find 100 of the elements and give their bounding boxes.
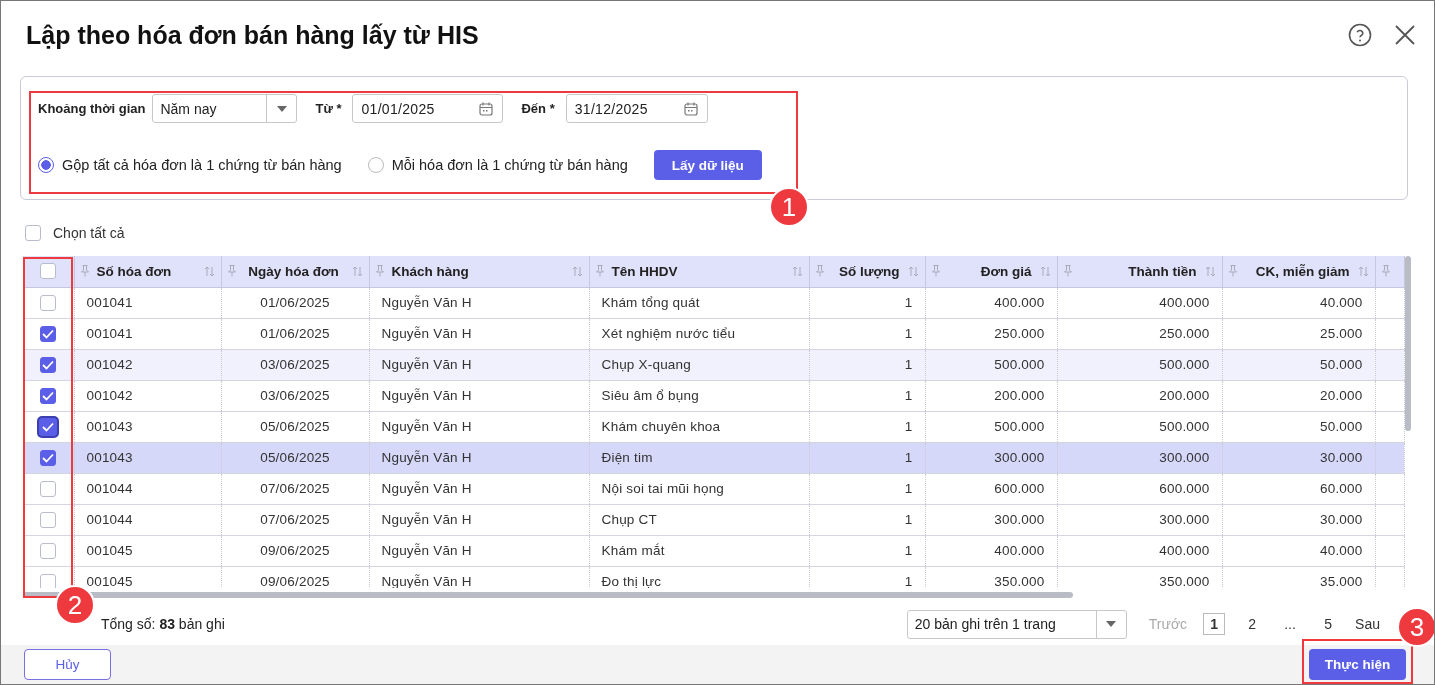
table-row[interactable]: 001042 03/06/2025 Nguyễn Văn H Chụp X-quang 1 500.000 500.000 50.000 [23, 349, 1404, 380]
from-label: Từ * [315, 101, 342, 116]
fetch-data-button[interactable]: Lấy dữ liệu [653, 150, 762, 180]
cancel-button[interactable]: Hủy [24, 649, 111, 680]
checkbox[interactable] [40, 356, 57, 373]
page-size-select[interactable]: 20 bản ghi trên 1 trang [906, 609, 1127, 639]
checkbox[interactable] [39, 417, 58, 436]
column-header[interactable]: Tên HHDV [611, 263, 784, 279]
submit-button[interactable]: Thực hiện [1309, 649, 1406, 680]
table-cell: 400.000 [994, 295, 1045, 310]
page-button[interactable]: 1 [1203, 613, 1226, 635]
sort-icon[interactable] [791, 265, 803, 277]
callout-number: 3 [1397, 607, 1434, 647]
table-row[interactable]: 001044 07/06/2025 Nguyễn Văn H Chụp CT 1 300.000 300.000 30.000 [23, 504, 1404, 535]
sort-icon[interactable] [1204, 265, 1216, 277]
table-cell: Nguyễn Văn H [381, 326, 472, 341]
sort-icon[interactable] [907, 265, 919, 277]
column-header[interactable]: Đơn giá [947, 263, 1032, 279]
checkbox[interactable] [40, 325, 57, 342]
table-cell: 40.000 [1320, 543, 1363, 558]
pin-icon[interactable] [227, 265, 236, 278]
vertical-scrollbar[interactable] [1405, 256, 1411, 431]
table-row[interactable]: 001043 05/06/2025 Nguyễn Văn H Điện tim 1 300.000 300.000 30.000 [23, 442, 1404, 473]
table-cell: 50.000 [1320, 419, 1363, 434]
caret-icon [276, 105, 287, 112]
close-icon[interactable] [1394, 24, 1416, 46]
from-date-field[interactable]: 01/01/2025 [352, 94, 504, 123]
checkbox[interactable] [40, 387, 57, 404]
pin-icon[interactable] [815, 265, 824, 278]
table-cell: 400.000 [1159, 295, 1210, 310]
pin-icon[interactable] [1063, 265, 1072, 278]
sort-icon[interactable] [1357, 265, 1369, 277]
period-label: Khoảng thời gian [38, 101, 146, 116]
table-row[interactable]: 001041 01/06/2025 Nguyễn Văn H Xét nghiệm nước tiểu 1 250.000 250.000 25.000 [23, 318, 1404, 349]
pin-icon[interactable] [80, 265, 89, 278]
column-header[interactable]: Khách hàng [391, 263, 564, 279]
table-cell: 200.000 [1159, 388, 1210, 403]
column-header[interactable]: Số lượng [831, 263, 900, 279]
pin-icon[interactable] [595, 265, 604, 278]
next-page-link[interactable]: Sau [1349, 616, 1386, 632]
calendar-icon[interactable] [479, 101, 494, 116]
table-row[interactable]: 001045 09/06/2025 Nguyễn Văn H Khám mắt 1 400.000 400.000 40.000 [23, 535, 1404, 566]
checkbox[interactable] [40, 511, 57, 528]
table-cell: 1 [904, 326, 913, 341]
table-cell: 300.000 [994, 512, 1045, 527]
radio-button[interactable] [38, 157, 54, 173]
radio-option[interactable]: Gộp tất cả hóa đơn là 1 chứng từ bán hàng [38, 157, 342, 173]
table-cell: Chụp X-quang [601, 357, 691, 372]
table-cell: Nguyễn Văn H [381, 574, 472, 588]
column-header[interactable]: CK, miễn giảm [1244, 263, 1350, 279]
table-row[interactable]: 001043 05/06/2025 Nguyễn Văn H Khám chuyên khoa 1 500.000 500.000 50.000 [23, 411, 1404, 442]
column-header[interactable]: Ngày hóa đơn [243, 263, 344, 279]
table-cell: 200.000 [994, 388, 1045, 403]
pin-icon[interactable] [1228, 265, 1237, 278]
page-button[interactable]: 5 [1317, 613, 1340, 635]
table-cell: 001043 [86, 419, 133, 434]
table-cell: 250.000 [1159, 326, 1210, 341]
pin-icon[interactable] [931, 265, 940, 278]
table-cell: 600.000 [1159, 481, 1210, 496]
column-header[interactable]: Thành tiền [1079, 263, 1197, 279]
sort-icon[interactable] [1039, 265, 1051, 277]
table-cell: 001045 [86, 543, 133, 558]
table-row[interactable]: 001044 07/06/2025 Nguyễn Văn H Nội soi tai mũi họng 1 600.000 600.000 60.000 [23, 473, 1404, 504]
period-select[interactable]: Năm nay [152, 94, 298, 123]
table-row[interactable]: 001042 03/06/2025 Nguyễn Văn H Siêu âm ổ bụng 1 200.000 200.000 20.000 [23, 380, 1404, 411]
sort-icon[interactable] [203, 265, 215, 277]
table-cell: 07/06/2025 [260, 481, 330, 496]
table-cell: 600.000 [994, 481, 1045, 496]
horizontal-scrollbar[interactable] [23, 592, 1073, 598]
page-button[interactable]: 2 [1241, 613, 1264, 635]
checkbox[interactable] [40, 542, 57, 559]
pin-icon[interactable] [1381, 265, 1390, 278]
checkbox[interactable] [40, 449, 57, 466]
table-cell: 001041 [86, 295, 133, 310]
table-cell: Nguyễn Văn H [381, 481, 472, 496]
table-cell: 500.000 [1159, 357, 1210, 372]
calendar-icon[interactable] [683, 101, 698, 116]
checkbox[interactable] [40, 294, 57, 311]
table-cell: 30.000 [1320, 450, 1363, 465]
sort-icon[interactable] [571, 265, 583, 277]
table-cell: 50.000 [1320, 357, 1363, 372]
table-cell: 01/06/2025 [260, 326, 330, 341]
radio-option[interactable]: Mỗi hóa đơn là 1 chứng từ bán hàng [367, 157, 628, 173]
checkbox[interactable] [40, 480, 57, 497]
table-row[interactable]: 001041 01/06/2025 Nguyễn Văn H Khám tổng quát 1 400.000 400.000 40.000 [23, 287, 1404, 318]
checkbox[interactable] [40, 263, 57, 280]
sort-icon[interactable] [351, 265, 363, 277]
column-header[interactable]: Số hóa đơn [96, 263, 196, 279]
pin-icon[interactable] [375, 265, 384, 278]
checkbox[interactable] [25, 225, 41, 241]
check-icon [42, 359, 55, 370]
table-cell: Chụp CT [601, 512, 657, 527]
table-cell: Điện tim [601, 450, 653, 465]
page-button[interactable]: ... [1279, 613, 1302, 635]
caret-icon [1106, 621, 1117, 627]
help-icon[interactable] [1348, 23, 1372, 47]
table-cell: 09/06/2025 [260, 574, 330, 588]
table-cell: 1 [904, 357, 913, 372]
to-date-field[interactable]: 31/12/2025 [565, 94, 708, 123]
checkbox[interactable] [40, 573, 57, 588]
